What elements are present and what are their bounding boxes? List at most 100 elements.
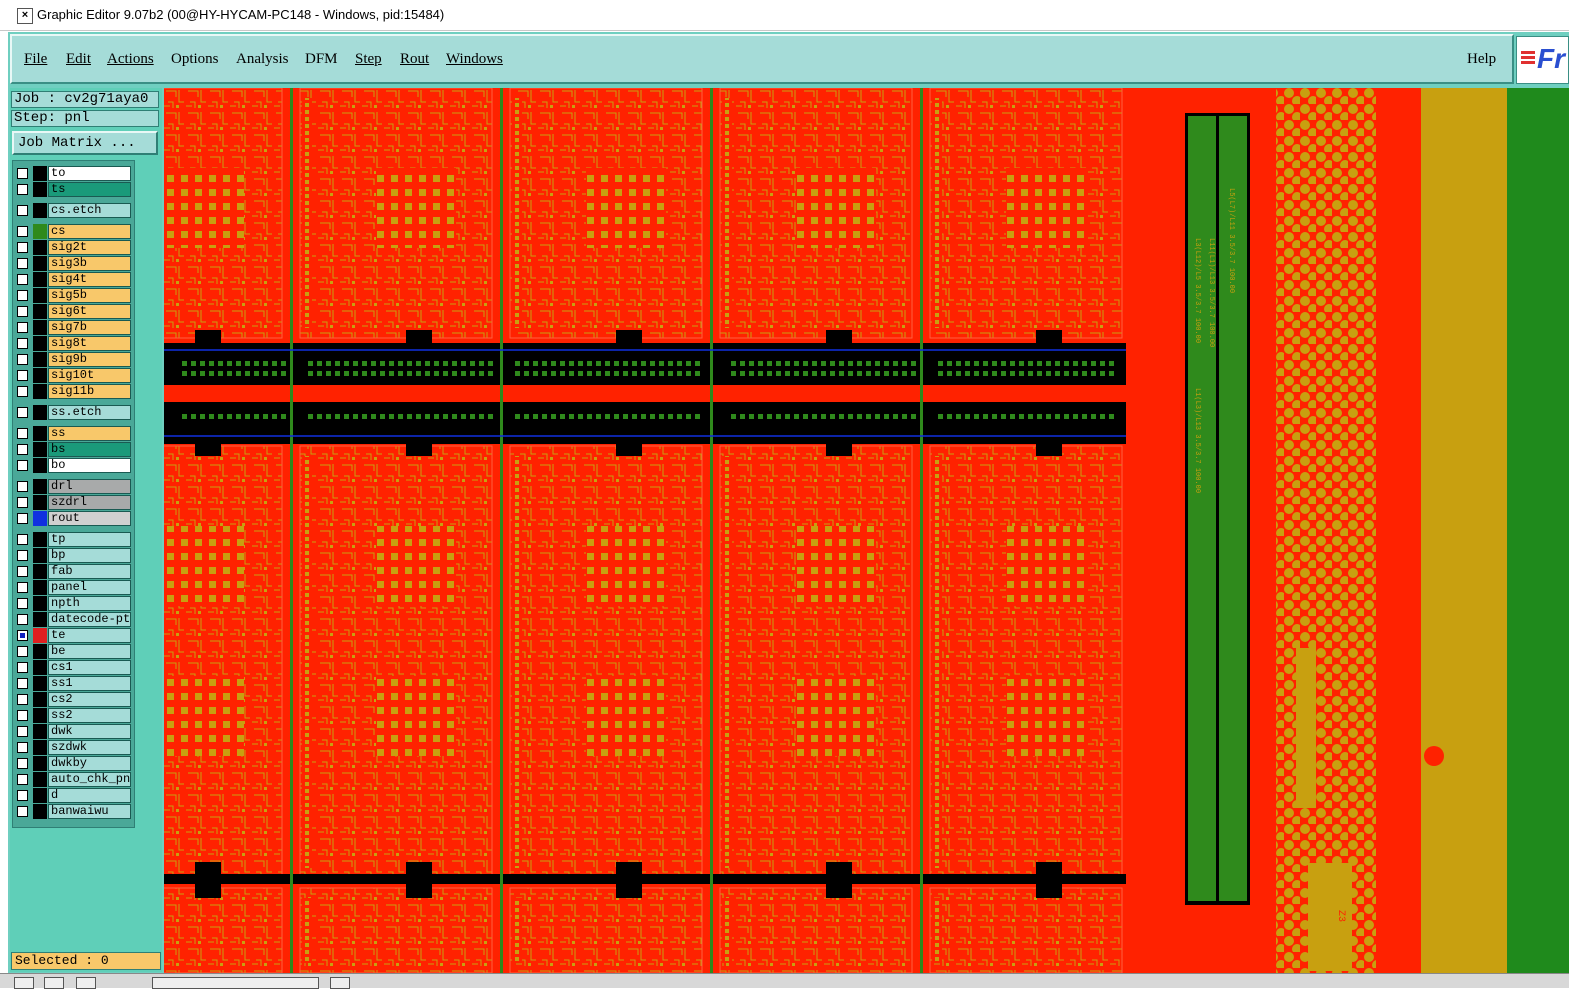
layer-color-swatch[interactable] bbox=[33, 628, 47, 643]
layer-row-dwk[interactable]: dwk bbox=[14, 724, 132, 739]
graphic-canvas[interactable]: L3(L12)/L5 3.5/3.7 100.00 L11(L1)/L13 3.… bbox=[164, 88, 1524, 973]
layer-color-swatch[interactable] bbox=[33, 692, 47, 707]
layer-color-swatch[interactable] bbox=[33, 756, 47, 771]
layer-checkbox[interactable] bbox=[17, 598, 28, 609]
layer-name[interactable]: fab bbox=[48, 564, 131, 579]
layer-checkbox[interactable] bbox=[17, 258, 28, 269]
layer-row-d[interactable]: d bbox=[14, 788, 132, 803]
layer-checkbox[interactable] bbox=[17, 338, 28, 349]
layer-name[interactable]: sig3b bbox=[48, 256, 131, 271]
layer-row-ss1[interactable]: ss1 bbox=[14, 676, 132, 691]
menu-analysis[interactable]: Analysis bbox=[236, 51, 289, 68]
layer-name[interactable]: sig8t bbox=[48, 336, 131, 351]
layer-color-swatch[interactable] bbox=[33, 182, 47, 197]
layer-row-sig11b[interactable]: sig11b bbox=[14, 384, 132, 399]
layer-name[interactable]: to bbox=[48, 166, 131, 181]
layer-color-swatch[interactable] bbox=[33, 479, 47, 494]
layer-name[interactable]: szdrl bbox=[48, 495, 131, 510]
layer-checkbox[interactable] bbox=[17, 726, 28, 737]
layer-row-ts[interactable]: ts bbox=[14, 182, 132, 197]
layer-row-bs[interactable]: bs bbox=[14, 442, 132, 457]
layer-checkbox[interactable] bbox=[17, 168, 28, 179]
menu-actions[interactable]: Actions bbox=[107, 51, 154, 68]
layer-row-be[interactable]: be bbox=[14, 644, 132, 659]
layer-name[interactable]: be bbox=[48, 644, 131, 659]
layer-name[interactable]: tp bbox=[48, 532, 131, 547]
layer-checkbox[interactable] bbox=[17, 460, 28, 471]
layer-checkbox[interactable] bbox=[17, 710, 28, 721]
layer-row-npth[interactable]: npth bbox=[14, 596, 132, 611]
layer-checkbox[interactable] bbox=[17, 354, 28, 365]
layer-checkbox[interactable] bbox=[17, 407, 28, 418]
layer-checkbox[interactable] bbox=[17, 630, 28, 641]
layer-checkbox[interactable] bbox=[17, 694, 28, 705]
layer-checkbox[interactable] bbox=[17, 550, 28, 561]
layer-color-swatch[interactable] bbox=[33, 612, 47, 627]
menu-rout[interactable]: Rout bbox=[400, 51, 429, 68]
layer-checkbox[interactable] bbox=[17, 226, 28, 237]
layer-name[interactable]: bo bbox=[48, 458, 131, 473]
layer-row-cs.etch[interactable]: cs.etch bbox=[14, 203, 132, 218]
layer-checkbox[interactable] bbox=[17, 742, 28, 753]
layer-name[interactable]: drl bbox=[48, 479, 131, 494]
layer-color-swatch[interactable] bbox=[33, 240, 47, 255]
layer-name[interactable]: sig5b bbox=[48, 288, 131, 303]
layer-row-datecode-pte[interactable]: datecode-pte bbox=[14, 612, 132, 627]
layer-checkbox[interactable] bbox=[17, 758, 28, 769]
layer-color-swatch[interactable] bbox=[33, 442, 47, 457]
layer-row-sig8t[interactable]: sig8t bbox=[14, 336, 132, 351]
layer-checkbox[interactable] bbox=[17, 806, 28, 817]
menu-options[interactable]: Options bbox=[171, 51, 219, 68]
layer-color-swatch[interactable] bbox=[33, 272, 47, 287]
menu-step[interactable]: Step bbox=[355, 51, 382, 68]
layer-name[interactable]: ts bbox=[48, 182, 131, 197]
layer-name[interactable]: ss bbox=[48, 426, 131, 441]
layer-color-swatch[interactable] bbox=[33, 352, 47, 367]
layer-name[interactable]: sig10t bbox=[48, 368, 131, 383]
layer-name[interactable]: te bbox=[48, 628, 131, 643]
layer-checkbox[interactable] bbox=[17, 205, 28, 216]
layer-row-sig6t[interactable]: sig6t bbox=[14, 304, 132, 319]
layer-color-swatch[interactable] bbox=[33, 458, 47, 473]
layer-row-dwkby[interactable]: dwkby bbox=[14, 756, 132, 771]
layer-checkbox[interactable] bbox=[17, 497, 28, 508]
layer-row-sig3b[interactable]: sig3b bbox=[14, 256, 132, 271]
layer-checkbox[interactable] bbox=[17, 678, 28, 689]
layer-name[interactable]: cs bbox=[48, 224, 131, 239]
layer-name[interactable]: sig6t bbox=[48, 304, 131, 319]
layer-checkbox[interactable] bbox=[17, 662, 28, 673]
layer-row-sig4t[interactable]: sig4t bbox=[14, 272, 132, 287]
layer-row-to[interactable]: to bbox=[14, 166, 132, 181]
layer-name[interactable]: rout bbox=[48, 511, 131, 526]
layer-name[interactable]: bs bbox=[48, 442, 131, 457]
layer-checkbox[interactable] bbox=[17, 790, 28, 801]
layer-checkbox[interactable] bbox=[17, 614, 28, 625]
layer-checkbox[interactable] bbox=[17, 306, 28, 317]
layer-name[interactable]: sig4t bbox=[48, 272, 131, 287]
layer-checkbox[interactable] bbox=[17, 646, 28, 657]
layer-name[interactable]: bp bbox=[48, 548, 131, 563]
layer-color-swatch[interactable] bbox=[33, 724, 47, 739]
layer-color-swatch[interactable] bbox=[33, 740, 47, 755]
layer-checkbox[interactable] bbox=[17, 444, 28, 455]
layer-color-swatch[interactable] bbox=[33, 511, 47, 526]
layer-row-szdwk[interactable]: szdwk bbox=[14, 740, 132, 755]
layer-name[interactable]: sig2t bbox=[48, 240, 131, 255]
layer-row-bp[interactable]: bp bbox=[14, 548, 132, 563]
layer-color-swatch[interactable] bbox=[33, 596, 47, 611]
layer-row-drl[interactable]: drl bbox=[14, 479, 132, 494]
layer-color-swatch[interactable] bbox=[33, 644, 47, 659]
layer-row-te[interactable]: te bbox=[14, 628, 132, 643]
layer-color-swatch[interactable] bbox=[33, 336, 47, 351]
layer-name[interactable]: dwkby bbox=[48, 756, 131, 771]
layer-row-tp[interactable]: tp bbox=[14, 532, 132, 547]
layer-color-swatch[interactable] bbox=[33, 580, 47, 595]
layer-name[interactable]: cs.etch bbox=[48, 203, 131, 218]
layer-checkbox[interactable] bbox=[17, 513, 28, 524]
layer-checkbox[interactable] bbox=[17, 290, 28, 301]
layer-color-swatch[interactable] bbox=[33, 804, 47, 819]
layer-row-ss2[interactable]: ss2 bbox=[14, 708, 132, 723]
layer-color-swatch[interactable] bbox=[33, 304, 47, 319]
layer-checkbox[interactable] bbox=[17, 534, 28, 545]
layer-color-swatch[interactable] bbox=[33, 548, 47, 563]
